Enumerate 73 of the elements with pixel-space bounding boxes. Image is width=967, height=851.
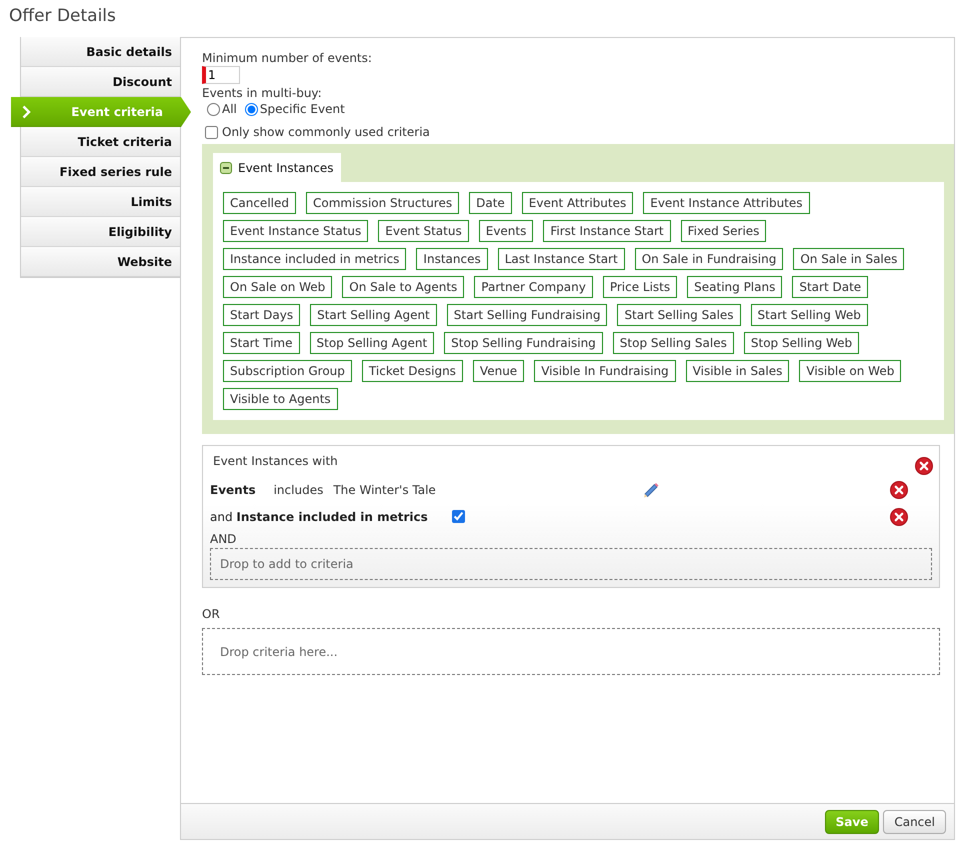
criteria-chip[interactable]: On Sale to Agents: [342, 276, 464, 298]
criteria-chip[interactable]: Venue: [472, 360, 524, 382]
criteria-chip[interactable]: Event Status: [378, 220, 469, 242]
condition-value: The Winter's Tale: [333, 482, 436, 496]
remove-icon[interactable]: [915, 457, 933, 475]
criteria-chip[interactable]: Start Selling Fundraising: [446, 304, 608, 326]
criteria-chip[interactable]: Instances: [416, 248, 488, 270]
criteria-chip[interactable]: Visible on Web: [799, 360, 902, 382]
criteria-chip[interactable]: Visible to Agents: [223, 388, 338, 410]
drop-zone[interactable]: Drop criteria here...: [202, 628, 940, 675]
or-label: OR: [202, 607, 221, 621]
radio-label[interactable]: All: [222, 102, 237, 116]
criteria-chip[interactable]: Subscription Group: [223, 360, 352, 382]
criteria-chip[interactable]: First Instance Start: [543, 220, 671, 242]
criteria-chip[interactable]: Events: [478, 220, 534, 242]
number-field[interactable]: 1: [202, 66, 240, 84]
criteria-chip[interactable]: Start Selling Sales: [617, 304, 741, 326]
sidebar-tab[interactable]: Website: [21, 247, 180, 277]
checkbox-label[interactable]: Only show commonly used criteria: [222, 125, 430, 139]
criteria-chip[interactable]: Event Instance Status: [223, 220, 368, 242]
criteria-chip[interactable]: Event Attributes: [522, 192, 634, 214]
field-label: Events in multi-buy:: [202, 86, 323, 100]
page-title: Offer Details: [9, 5, 117, 28]
condition-operator: includes: [274, 482, 324, 496]
criteria-chip[interactable]: Visible in Sales: [686, 360, 790, 382]
sidebar-tab[interactable]: Fixed series rule: [21, 157, 180, 187]
criteria-chip[interactable]: Stop Selling Web: [744, 332, 860, 354]
criteria-chip[interactable]: Start Time: [223, 332, 300, 354]
criteria-chip[interactable]: Start Selling Web: [750, 304, 868, 326]
radio-button[interactable]: [244, 102, 258, 116]
condition-field: Events: [210, 482, 256, 496]
criteria-chip[interactable]: On Sale in Fundraising: [634, 248, 784, 270]
sidebar-tab[interactable]: Basic details: [21, 37, 180, 67]
criteria-chip[interactable]: Start Selling Agent: [310, 304, 437, 326]
criteria-chip[interactable]: Partner Company: [474, 276, 593, 298]
action-button[interactable]: Cancel: [883, 810, 946, 834]
criteria-chip[interactable]: On Sale in Sales: [793, 248, 904, 270]
sidebar-tab[interactable]: Eligibility: [21, 217, 180, 247]
radio-button[interactable]: [207, 102, 220, 116]
sidebar-tab[interactable]: Limits: [21, 187, 180, 217]
rule-title: Event Instances with: [213, 454, 338, 468]
condition-text: and Instance included in metrics: [210, 510, 428, 524]
checkbox[interactable]: [205, 126, 218, 138]
remove-icon[interactable]: [890, 508, 908, 526]
criteria-chip[interactable]: Stop Selling Sales: [612, 332, 734, 354]
criteria-chip[interactable]: On Sale on Web: [223, 276, 332, 298]
criteria-chip[interactable]: Commission Structures: [306, 192, 460, 214]
sidebar-tab[interactable]: Ticket criteria: [21, 127, 180, 157]
criteria-chip[interactable]: Price Lists: [602, 276, 678, 298]
criteria-chip[interactable]: Date: [469, 192, 512, 214]
drop-zone[interactable]: Drop to add to criteria: [210, 548, 932, 580]
criteria-chip[interactable]: Seating Plans: [687, 276, 782, 298]
checkbox[interactable]: [452, 510, 465, 523]
remove-icon[interactable]: [890, 480, 908, 498]
criteria-chip[interactable]: Instance included in metrics: [223, 248, 406, 270]
collapse-icon[interactable]: [220, 162, 232, 174]
criteria-chip[interactable]: Start Date: [792, 276, 868, 298]
criteria-chip[interactable]: Fixed Series: [680, 220, 766, 242]
criteria-chip[interactable]: Stop Selling Agent: [310, 332, 434, 354]
radio-label[interactable]: Specific Event: [260, 102, 345, 116]
criteria-chip[interactable]: Stop Selling Fundraising: [444, 332, 603, 354]
pencil-icon[interactable]: [642, 480, 660, 498]
criteria-chip[interactable]: Last Instance Start: [498, 248, 625, 270]
joiner-label: AND: [210, 531, 238, 548]
criteria-chip[interactable]: Cancelled: [223, 192, 296, 214]
chevron-icon: [22, 105, 31, 119]
criteria-chip[interactable]: Ticket Designs: [362, 360, 463, 382]
sidebar-tab[interactable]: Discount: [21, 67, 180, 97]
field-label: Minimum number of events:: [202, 51, 373, 65]
criteria-chip[interactable]: Start Days: [223, 304, 300, 326]
group-tab[interactable]: Event Instances: [213, 153, 342, 182]
criteria-chip[interactable]: Visible In Fundraising: [534, 360, 676, 382]
criteria-chip[interactable]: Event Instance Attributes: [643, 192, 810, 214]
